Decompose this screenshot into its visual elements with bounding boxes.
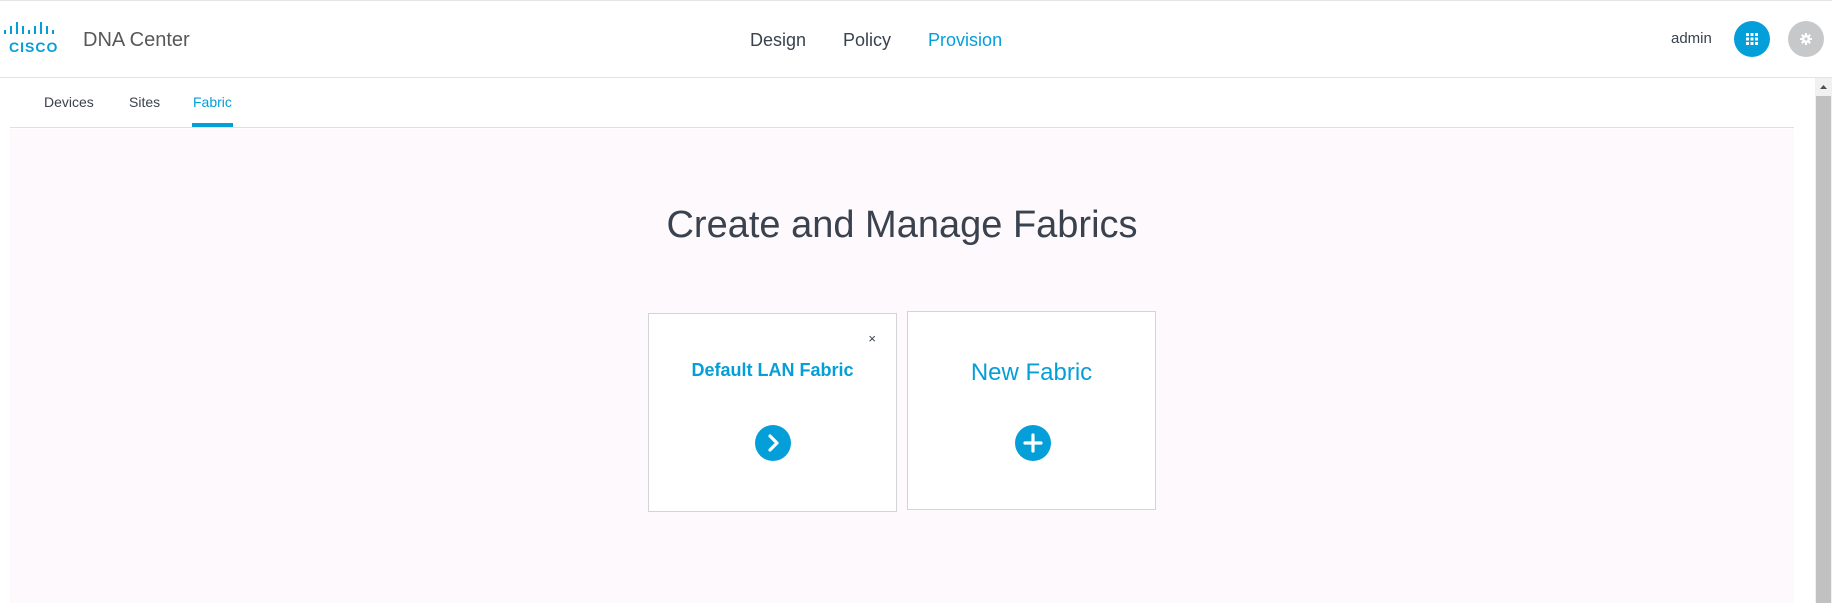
tab-devices[interactable]: Devices [44,94,94,110]
top-header: CISCO DNA Center Design Policy Provision… [0,0,1832,78]
product-name: DNA Center [83,29,190,51]
chevron-right-icon [768,434,779,452]
vertical-scrollbar[interactable] [1815,78,1832,603]
add-fabric-button[interactable] [1015,425,1051,461]
cisco-logo[interactable]: CISCO [4,21,64,57]
close-icon[interactable]: × [868,332,876,345]
tab-sites[interactable]: Sites [129,94,160,110]
user-menu[interactable]: admin [1671,30,1712,47]
fabric-card-default-lan[interactable]: × Default LAN Fabric [648,313,897,512]
scrollbar-thumb[interactable] [1816,96,1831,603]
page-title: Create and Manage Fabrics [666,204,1138,246]
settings-button[interactable] [1788,21,1824,57]
app-window: CISCO DNA Center Design Policy Provision… [0,0,1832,603]
fabric-card-title[interactable]: Default LAN Fabric [649,360,896,381]
active-tab-indicator [192,123,233,127]
tab-fabric[interactable]: Fabric [193,94,232,110]
main-content: Create and Manage Fabrics × Default LAN … [10,129,1794,603]
gear-icon [1800,33,1812,45]
sub-tabs: Devices Sites Fabric [10,78,1794,128]
plus-icon [1023,433,1043,453]
open-fabric-button[interactable] [755,425,791,461]
apps-button[interactable] [1734,21,1770,57]
apps-grid-icon [1746,33,1758,45]
scroll-up-arrow-icon[interactable] [1815,78,1832,96]
cisco-logo-text: CISCO [9,39,59,55]
nav-policy[interactable]: Policy [843,30,891,51]
nav-design[interactable]: Design [750,30,806,51]
cisco-logo-bars-icon [4,22,54,34]
new-fabric-card[interactable]: New Fabric [907,311,1156,510]
nav-provision[interactable]: Provision [928,30,1002,51]
main-nav: Design Policy Provision [750,30,1039,51]
new-fabric-title[interactable]: New Fabric [908,359,1155,387]
